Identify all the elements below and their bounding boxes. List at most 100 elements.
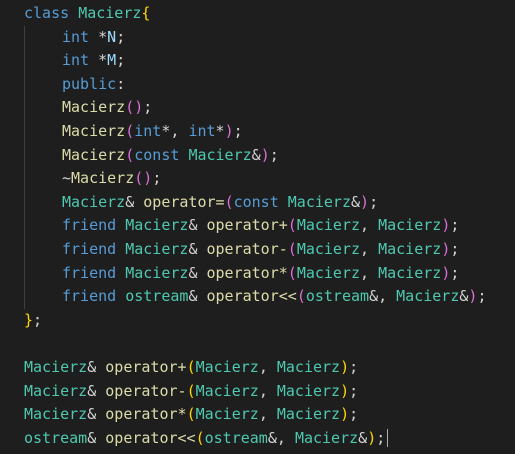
code-token: Macierz bbox=[62, 192, 126, 211]
code-token: & bbox=[188, 239, 207, 258]
code-line[interactable]: Macierz& operator+(Macierz, Macierz); bbox=[0, 356, 515, 380]
code-token: ~ bbox=[62, 169, 72, 188]
code-token: Macierz bbox=[62, 145, 126, 164]
code-line[interactable]: friend Macierz& operator-(Macierz, Macie… bbox=[0, 237, 515, 262]
code-token: ( bbox=[296, 287, 306, 306]
code-token: ; bbox=[116, 27, 126, 46]
code-token: Macierz bbox=[125, 263, 189, 282]
code-token: () bbox=[125, 98, 144, 117]
code-token: & bbox=[87, 357, 106, 376]
code-line[interactable]: int *M; bbox=[0, 49, 515, 73]
code-token: const bbox=[134, 145, 180, 164]
code-line[interactable]: Macierz& operator-(Macierz, Macierz); bbox=[0, 380, 515, 404]
code-line[interactable]: Macierz(int*, int*); bbox=[0, 119, 515, 144]
code-token: *, bbox=[161, 121, 189, 140]
code-token: friend bbox=[62, 263, 117, 282]
code-editor[interactable]: class Macierz{int *N; int *M; public: Macie… bbox=[0, 0, 515, 454]
code-token: int bbox=[62, 51, 90, 70]
code-token: friend bbox=[62, 216, 117, 235]
code-token: ) bbox=[360, 192, 370, 211]
code-token: ( bbox=[224, 192, 234, 211]
code-token: ) bbox=[441, 239, 451, 258]
indent-guide bbox=[24, 237, 25, 262]
code-token: & bbox=[358, 428, 368, 447]
code-token: Macierz bbox=[62, 121, 126, 140]
code-line[interactable]: Macierz& operator=(const Macierz&); bbox=[0, 190, 515, 215]
code-token: { bbox=[141, 4, 151, 22]
text-cursor bbox=[387, 429, 389, 448]
code-token: Macierz bbox=[195, 357, 259, 376]
code-token: , bbox=[360, 263, 379, 282]
code-token: operator* bbox=[105, 405, 187, 424]
code-token: Macierz bbox=[296, 216, 361, 235]
code-line[interactable]: }; bbox=[0, 309, 515, 333]
code-token: ; bbox=[369, 192, 379, 211]
code-token: ; bbox=[349, 381, 359, 400]
code-line[interactable]: int *N; bbox=[0, 25, 515, 50]
code-token: & bbox=[87, 381, 106, 400]
code-token: operator<< bbox=[206, 287, 297, 306]
code-line[interactable]: Macierz& operator*(Macierz, Macierz); bbox=[0, 403, 515, 427]
code-token: ( bbox=[195, 428, 205, 447]
code-line[interactable] bbox=[0, 332, 515, 356]
code-token: Macierz bbox=[276, 405, 341, 424]
code-area[interactable]: class Macierz{int *N; int *M; public: Macie… bbox=[0, 2, 515, 450]
code-token: class bbox=[24, 4, 70, 22]
code-token: ) bbox=[260, 145, 270, 164]
code-line[interactable]: Macierz(); bbox=[0, 96, 515, 120]
code-token: , bbox=[258, 381, 277, 400]
indent-guide bbox=[24, 49, 25, 73]
code-token: ( bbox=[287, 216, 297, 235]
code-token: ; bbox=[143, 98, 153, 117]
code-line[interactable]: friend ostream& operator<<(ostream&, Mac… bbox=[0, 285, 515, 309]
code-token: ( bbox=[287, 239, 297, 258]
code-token: & bbox=[87, 405, 106, 424]
code-token: Macierz bbox=[276, 381, 341, 400]
code-token: ) bbox=[340, 405, 350, 424]
code-token: operator<< bbox=[105, 428, 196, 447]
code-token: operator* bbox=[206, 263, 288, 282]
code-token: public bbox=[62, 74, 117, 93]
code-token: & bbox=[188, 263, 207, 282]
code-line[interactable]: ~Macierz(); bbox=[0, 167, 515, 191]
code-token: & bbox=[188, 216, 207, 235]
code-token: int bbox=[188, 121, 216, 140]
code-line[interactable]: public: bbox=[0, 72, 515, 97]
code-token: ; bbox=[233, 121, 243, 140]
code-token: & bbox=[351, 192, 361, 211]
code-token: Macierz bbox=[294, 428, 359, 447]
indent-guide bbox=[24, 72, 25, 97]
code-token: * bbox=[215, 121, 225, 140]
code-line[interactable]: friend Macierz& operator*(Macierz, Macie… bbox=[0, 261, 515, 286]
code-token: operator+ bbox=[105, 357, 187, 376]
indent-guide bbox=[24, 285, 25, 309]
code-token: ( bbox=[186, 405, 196, 424]
code-token: ; bbox=[450, 263, 460, 282]
code-token: , bbox=[258, 405, 277, 424]
code-token: ostream bbox=[305, 287, 370, 306]
code-token: ; bbox=[349, 405, 359, 424]
code-token: ; bbox=[376, 428, 386, 447]
code-token: const bbox=[233, 192, 279, 211]
indent-guide bbox=[24, 96, 25, 120]
code-token: Macierz bbox=[287, 192, 351, 211]
code-line[interactable]: ostream& operator<<(ostream&, Macierz&); bbox=[0, 427, 515, 451]
code-token: Macierz bbox=[125, 239, 189, 258]
code-token: ) bbox=[224, 121, 234, 140]
code-token: Macierz bbox=[62, 98, 126, 117]
code-token: Macierz bbox=[396, 287, 460, 306]
indent-guide bbox=[24, 143, 25, 168]
code-line[interactable]: Macierz(const Macierz&); bbox=[0, 143, 515, 168]
code-token: Macierz bbox=[195, 405, 259, 424]
code-token: ; bbox=[33, 310, 43, 329]
indent-guide bbox=[24, 25, 25, 50]
code-token: Macierz bbox=[296, 263, 361, 282]
code-line[interactable]: class Macierz{ bbox=[0, 2, 515, 26]
code-token: Macierz bbox=[195, 381, 259, 400]
code-line[interactable]: friend Macierz& operator+(Macierz, Macie… bbox=[0, 214, 515, 238]
code-token: &, bbox=[369, 287, 397, 306]
